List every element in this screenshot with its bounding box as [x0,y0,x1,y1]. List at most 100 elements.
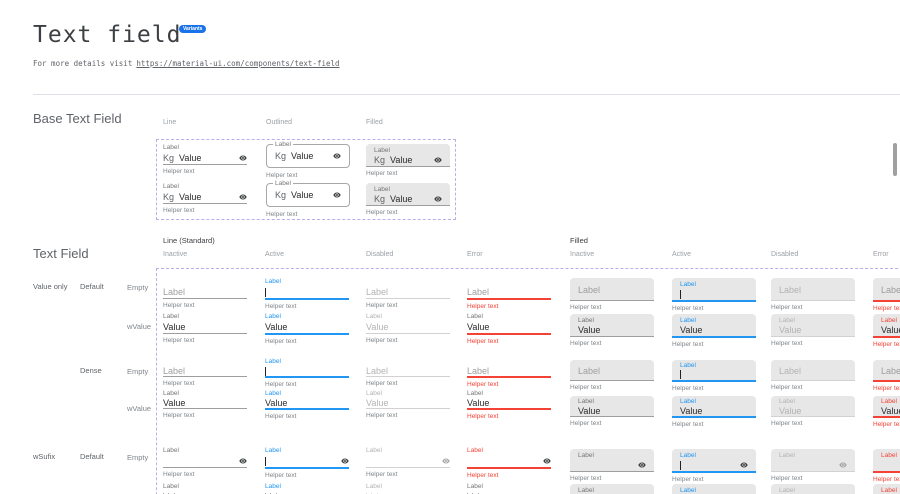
visibility-icon[interactable] [740,461,748,469]
field-input[interactable]: LabelValue [578,325,646,335]
textfield-filled-default-empty-error[interactable]: LabelLabelValueHelper text [873,278,900,313]
field-input[interactable]: LabelValue [265,321,349,333]
textfield-filled-dense-wvalue-disabled[interactable]: LabelLabelValueHelper text [771,396,855,428]
visibility-icon[interactable] [333,152,341,160]
textfield-line-dense-empty-active[interactable]: LabelLabelValueHelper text [265,358,349,389]
textfield-filled-dense-empty-inactive[interactable]: LabelLabelValueHelper text [570,360,654,392]
textfield-line-wsufix-wvalue-disabled[interactable]: LabelLabelValueHelper text [366,483,450,494]
textfield-line-default-wvalue-inactive[interactable]: LabelLabelValueHelper text [163,313,247,345]
field-input[interactable]: LabelValue [163,286,247,298]
scrollbar-thumb[interactable] [893,143,897,176]
field-input[interactable]: LabelValue [779,460,847,470]
field-input[interactable]: LabelKgValue [374,194,442,204]
textfield-filled-dense-empty-disabled[interactable]: LabelLabelValueHelper text [771,360,855,392]
textfield-line-dense-wvalue-active[interactable]: LabelLabelValueHelper text [265,390,349,421]
textfield-line-dense-wvalue-inactive[interactable]: LabelLabelValueHelper text [163,390,247,420]
field-input[interactable]: LabelValue [680,370,748,379]
visibility-icon[interactable] [434,195,442,203]
field-input[interactable]: LabelValue [779,325,847,335]
field-input[interactable]: LabelValue [680,460,748,470]
field-input[interactable]: LabelValue [578,362,646,379]
textfield-line-wsufix-empty-inactive[interactable]: LabelLabelValueHelper text [163,447,247,479]
field-input[interactable]: LabelValue [467,366,551,376]
textfield-line-wsufix-wvalue-inactive[interactable]: LabelLabelValueHelper text [163,483,247,494]
visibility-icon[interactable] [638,461,646,469]
textfield-line-wsufix-empty-error[interactable]: LabelLabelValueHelper text [467,447,551,480]
field-input[interactable]: LabelValue [680,325,748,335]
field-input[interactable]: LabelValue [467,286,551,298]
field-input[interactable]: LabelValue [163,398,247,408]
field-input[interactable]: LabelKgValue [163,191,247,203]
textfield-line-default-empty-disabled[interactable]: LabelLabelValueHelper text [366,278,450,310]
textfield-outlined-base-1-inactive[interactable]: LabelLabelKgValueHelper text [266,141,350,180]
textfield-line-dense-wvalue-error[interactable]: LabelLabelValueHelper text [467,390,551,421]
visibility-icon[interactable] [442,457,450,465]
visibility-icon[interactable] [434,156,442,164]
field-input[interactable]: LabelValue [265,455,349,467]
field-input[interactable]: LabelValue [366,286,450,298]
variants-badge[interactable]: Variants [179,25,206,33]
visibility-icon[interactable] [239,154,247,162]
textfield-filled-dense-wvalue-active[interactable]: LabelLabelValueHelper text [672,396,756,429]
field-input[interactable]: LabelKgValue [267,184,349,206]
textfield-filled-wsufix-wvalue-disabled[interactable]: LabelLabelValueHelper text [771,484,855,494]
field-input[interactable]: LabelValue [578,460,646,470]
textfield-filled-base-1-inactive[interactable]: LabelLabelKgValueHelper text [366,144,450,178]
field-input[interactable]: LabelValue [265,398,349,408]
textfield-filled-dense-empty-error[interactable]: LabelLabelValueHelper text [873,360,900,393]
textfield-line-default-wvalue-error[interactable]: LabelLabelValueHelper text [467,313,551,346]
field-input[interactable]: LabelValue [578,406,646,415]
textfield-filled-default-empty-inactive[interactable]: LabelLabelValueHelper text [570,278,654,312]
textfield-line-default-empty-inactive[interactable]: LabelLabelValueHelper text [163,278,247,310]
field-input[interactable]: LabelValue [366,321,450,333]
textfield-line-dense-empty-inactive[interactable]: LabelLabelValueHelper text [163,358,247,388]
field-input[interactable]: LabelValue [881,460,900,470]
textfield-line-default-empty-active[interactable]: LabelLabelValueHelper text [265,278,349,311]
field-input[interactable]: LabelKgValue [374,155,442,165]
textfield-filled-wsufix-wvalue-inactive[interactable]: LabelLabelValueHelper text [570,484,654,494]
textfield-outlined-base-2-inactive[interactable]: LabelLabelKgValueHelper text [266,180,350,219]
textfield-filled-dense-empty-active[interactable]: LabelLabelValueHelper text [672,360,756,393]
textfield-line-wsufix-empty-active[interactable]: LabelLabelValueHelper text [265,447,349,480]
field-input[interactable]: LabelValue [366,455,450,467]
field-input[interactable]: LabelValue [366,366,450,376]
textfield-line-base-2-inactive[interactable]: LabelLabelKgValueHelper text [163,183,247,215]
textfield-filled-default-wvalue-active[interactable]: LabelLabelValueHelper text [672,314,756,349]
visibility-icon[interactable] [341,457,349,465]
field-input[interactable]: LabelKgValue [267,145,349,167]
textfield-filled-default-empty-disabled[interactable]: LabelLabelValueHelper text [771,278,855,312]
textfield-line-default-empty-error[interactable]: LabelLabelValueHelper text [467,278,551,311]
field-input[interactable]: LabelValue [779,281,847,299]
textfield-line-base-1-inactive[interactable]: LabelLabelKgValueHelper text [163,144,247,176]
textfield-line-wsufix-wvalue-error[interactable]: LabelLabelValueHelper text [467,483,551,494]
textfield-line-wsufix-wvalue-active[interactable]: LabelLabelValueHelper text [265,483,349,494]
field-input[interactable]: LabelValue [680,289,748,299]
field-input[interactable]: LabelValue [163,366,247,376]
textfield-filled-wsufix-empty-inactive[interactable]: LabelLabelValueHelper text [570,449,654,483]
textfield-line-dense-wvalue-disabled[interactable]: LabelLabelValueHelper text [366,390,450,420]
field-input[interactable]: LabelValue [163,455,247,467]
field-input[interactable]: LabelValue [881,362,900,379]
visibility-icon[interactable] [333,191,341,199]
textfield-filled-wsufix-wvalue-active[interactable]: LabelLabelValueHelper text [672,484,756,494]
field-input[interactable]: LabelValue [881,406,900,415]
textfield-line-default-wvalue-disabled[interactable]: LabelLabelValueHelper text [366,313,450,345]
field-input[interactable]: LabelValue [265,286,349,298]
textfield-filled-dense-wvalue-inactive[interactable]: LabelLabelValueHelper text [570,396,654,428]
field-input[interactable]: LabelValue [467,455,551,467]
field-input[interactable]: LabelValue [779,406,847,415]
field-input[interactable]: LabelKgValue [163,152,247,164]
field-input[interactable]: LabelValue [779,362,847,379]
textfield-line-default-wvalue-active[interactable]: LabelLabelValueHelper text [265,313,349,346]
textfield-line-dense-empty-error[interactable]: LabelLabelValueHelper text [467,358,551,389]
textfield-line-wsufix-empty-disabled[interactable]: LabelLabelValueHelper text [366,447,450,479]
textfield-filled-dense-wvalue-error[interactable]: LabelLabelValueHelper text [873,396,900,429]
field-input[interactable]: LabelValue [265,366,349,376]
textfield-filled-base-2-inactive[interactable]: LabelLabelKgValueHelper text [366,183,450,217]
textfield-line-dense-empty-disabled[interactable]: LabelLabelValueHelper text [366,358,450,388]
visibility-icon[interactable] [839,461,847,469]
textfield-filled-default-wvalue-error[interactable]: LabelLabelValueHelper text [873,314,900,349]
field-input[interactable]: LabelValue [881,325,900,335]
textfield-filled-default-empty-active[interactable]: LabelLabelValueHelper text [672,278,756,313]
textfield-filled-default-wvalue-inactive[interactable]: LabelLabelValueHelper text [570,314,654,348]
